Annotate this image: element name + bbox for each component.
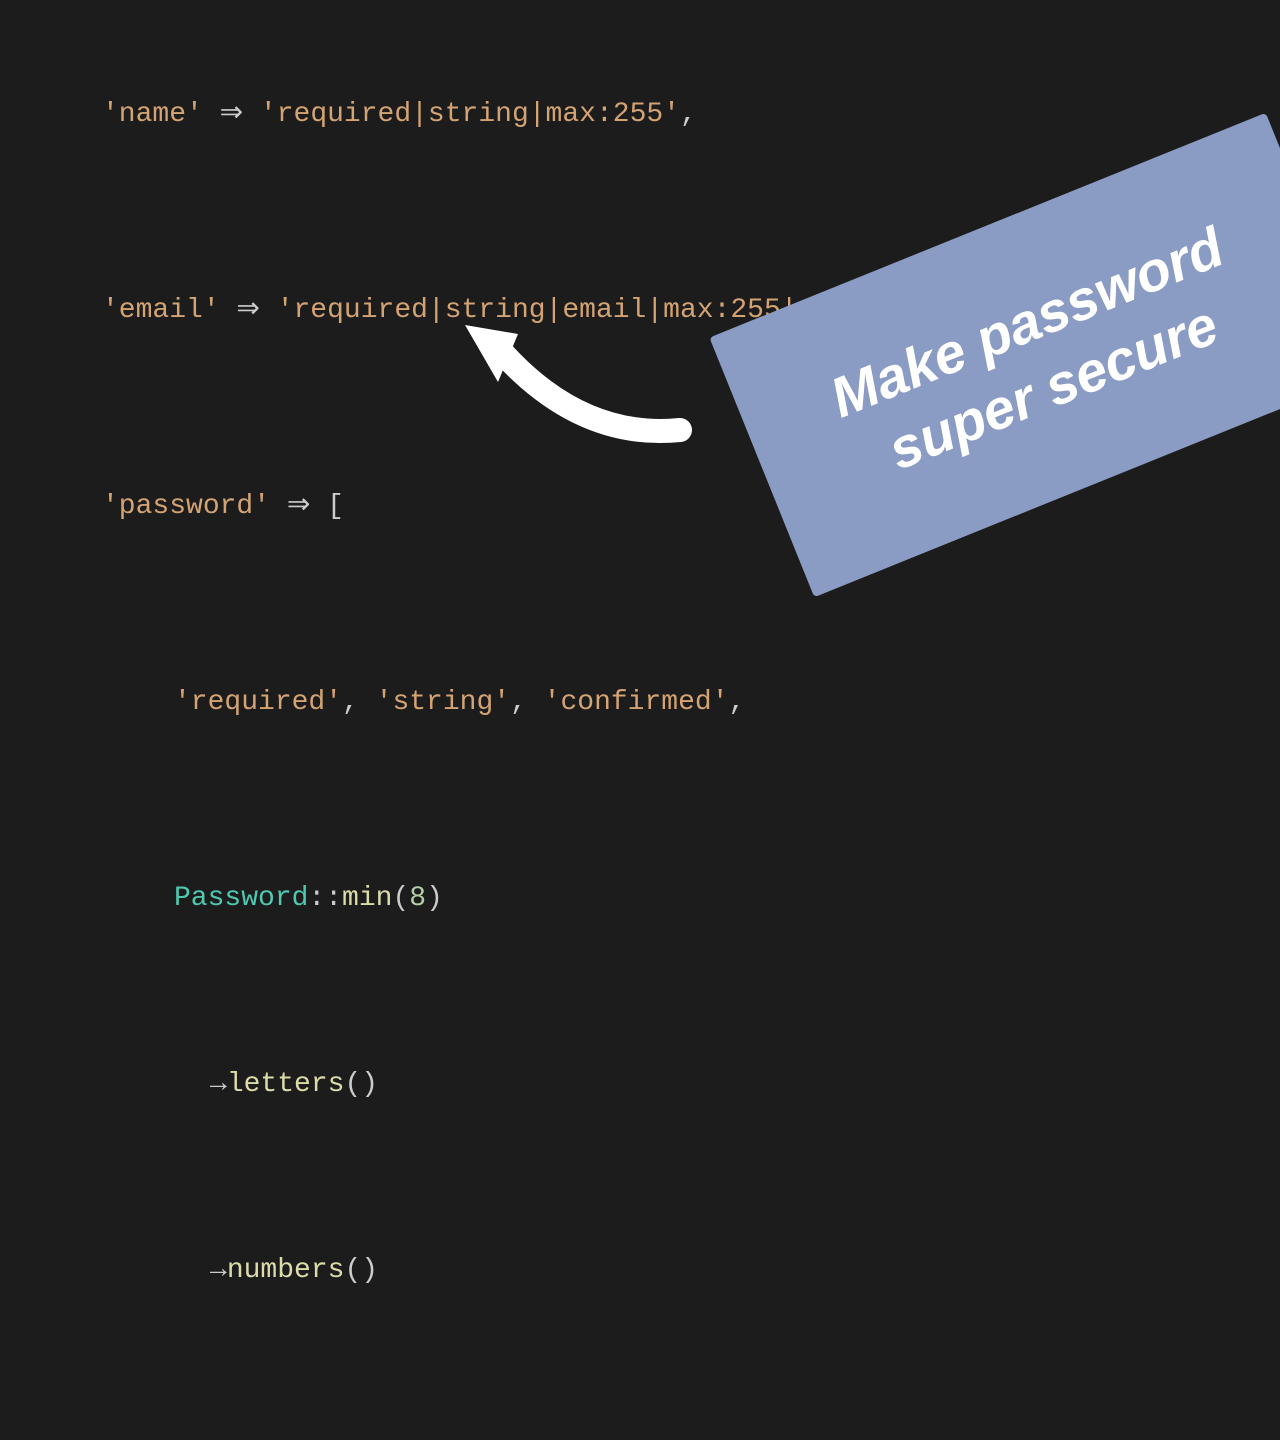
code-line-password-min: Password::min(8) xyxy=(102,878,1280,920)
code-line-name: 'name' ⇒ 'required|string|max:255', xyxy=(102,94,1280,136)
code-line-chain-letters: →letters() xyxy=(102,1064,1280,1106)
code-line-chain-mixedcase: →mixedCase() xyxy=(102,1436,1280,1440)
code-line-chain-numbers: →numbers() xyxy=(102,1250,1280,1292)
code-line-password-open: 'password' ⇒ [ xyxy=(102,486,1280,528)
code-line-password-rules: 'required', 'string', 'confirmed', xyxy=(102,682,1280,724)
